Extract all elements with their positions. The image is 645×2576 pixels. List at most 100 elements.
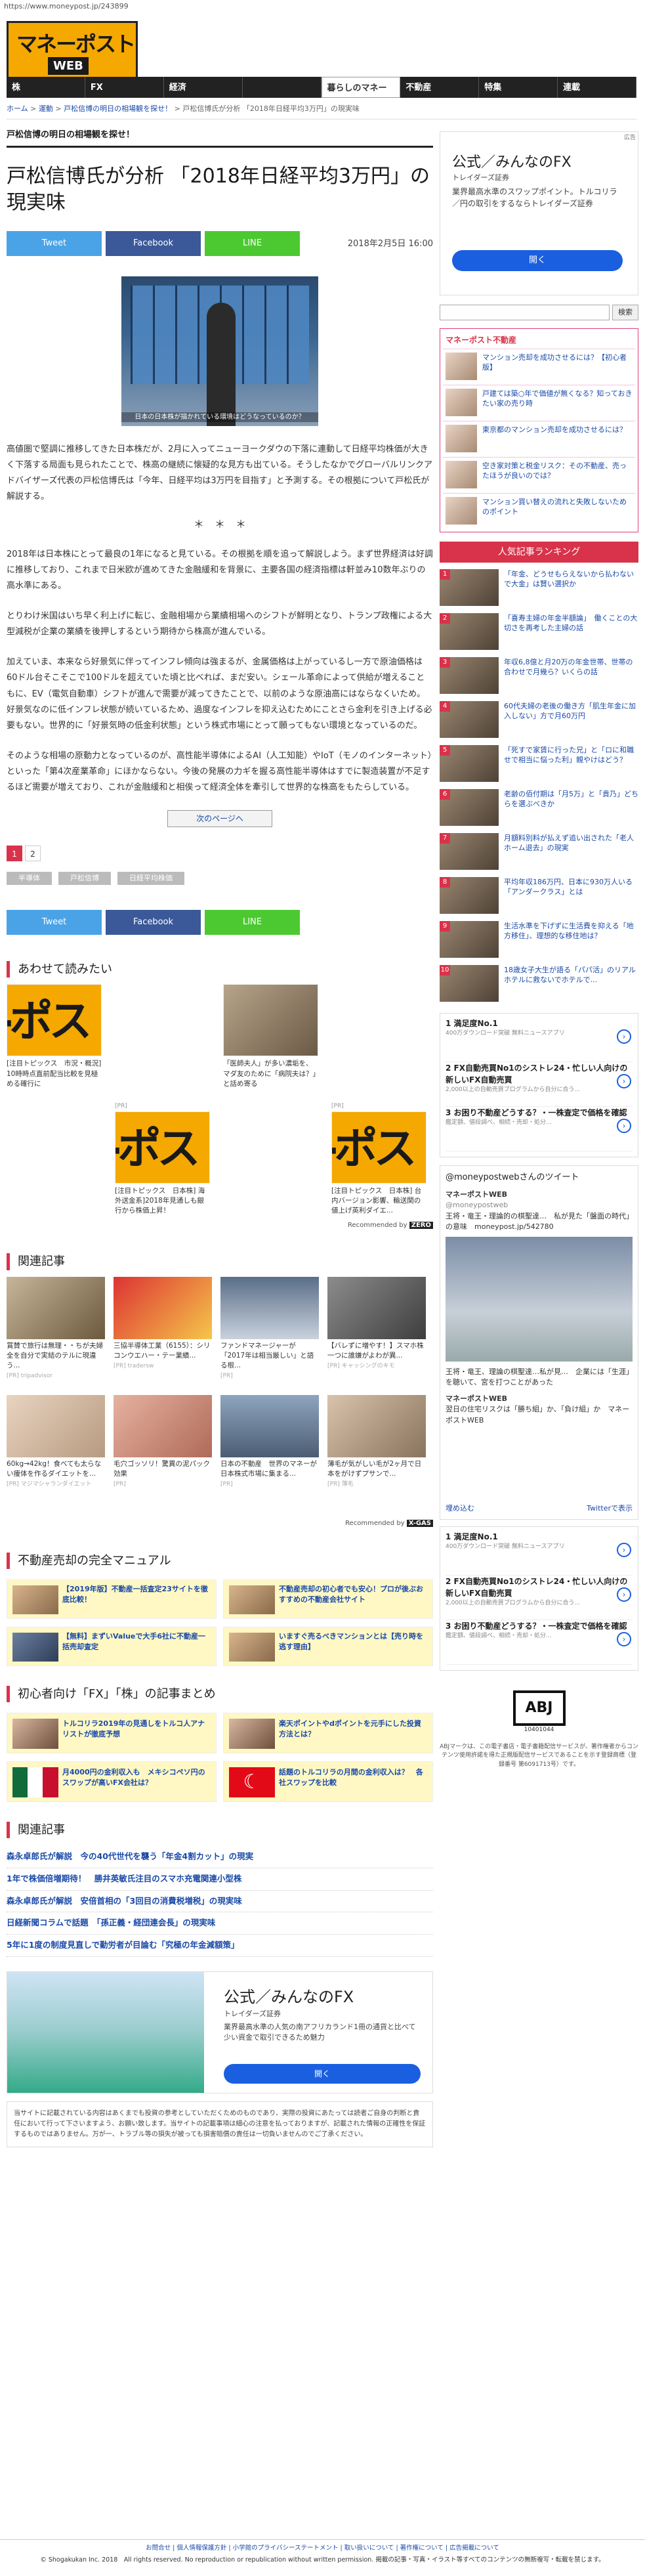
tweet-button[interactable]: Tweet	[7, 230, 102, 256]
breadcrumb-parent[interactable]: 戸松信博の明日の相場観を探せ！	[64, 104, 172, 113]
disclaimer: 当サイトに記載されている内容はあくまでも投資の参考としていただくためのものであり…	[7, 2101, 433, 2147]
ad-open-button[interactable]: 開く	[452, 250, 623, 271]
tweet-button[interactable]: Tweet	[7, 910, 102, 935]
ranking-item[interactable]: 2 「喜寿主婦の年金半額論」 働くことの大切さを再考した主婦の話	[440, 611, 638, 655]
related2-link[interactable]: 1年で株価倍増期待！ 勝井英敏氏注目のスマホ充電関連小型株	[7, 1868, 433, 1891]
ranking-item[interactable]: 4 60代夫婦の老後の働き方「肌生年金に加入しない」方で月60万円	[440, 698, 638, 742]
ranking-item[interactable]: 5 「死すで家賃に行った兄」と「ロに和職せで相当に悩った利」親やけはどう？	[440, 742, 638, 786]
realestate-item[interactable]: 戸建ては築○年で価値が無くなる？知っておきたい家の売り時	[443, 385, 635, 421]
recommend-card[interactable]: -ポス [注目トピックス 市況・概況] 10時時点直前配当比較を見極める確行に	[7, 984, 102, 1089]
footer-links[interactable]: お問合せ | 個人情報保護方針 | 小学館のプライバシーステートメント | 取い…	[0, 2544, 645, 2553]
nav-item-fx[interactable]: FX	[85, 77, 164, 98]
related-card[interactable]: 日本の不動産 世界のマネーが日本株式市場に集まる... [PR]	[220, 1394, 319, 1490]
related2-link[interactable]: 日経新聞コラムで話題 「孫正義・経団連会長」の現実味	[7, 1912, 433, 1935]
tag[interactable]: 戸松信博	[58, 871, 111, 886]
manual-item[interactable]: 不動産売却の初心者でも安心！プロが後ぶおすすめの不動産会社サイト	[223, 1579, 433, 1619]
mexico-flag-icon	[12, 1767, 58, 1798]
line-button[interactable]: LINE	[205, 230, 300, 256]
ranking-item[interactable]: 3 年収6,8億と月20万の年金世帯、世帯の合わせで月幾ら？いくらの話	[440, 655, 638, 698]
realestate-item[interactable]: 東京都のマンション売却を成功させるには？	[443, 421, 635, 457]
nav-item-kabu[interactable]: 株	[7, 77, 85, 98]
ranking-link: 「喜寿主婦の年金半額論」 働くことの大切さを再考した主婦の話	[504, 614, 638, 633]
chevron-right-icon[interactable]: ›	[617, 1119, 631, 1133]
search-button[interactable]: 検索	[612, 305, 638, 320]
related2-link[interactable]: 森永卓郎氏が解説 今の40代世代を襲う「年金4割カット」の現実	[7, 1846, 433, 1868]
text-ad[interactable]: 2 FX自動売買No1のシストレ24・忙しい人向けの新しいFX自動売買 2,000…	[446, 1576, 633, 1620]
fx-item[interactable]: トルコリラ2019年の見通しをトルコ人アナリストが徹底予想	[7, 1713, 217, 1754]
fx-item[interactable]: 月4000円の金利収入も メキシコペソ円のスワップが高いFX会社は？	[7, 1761, 217, 1803]
chevron-right-icon[interactable]: ›	[617, 1029, 631, 1044]
tweet-image[interactable]	[446, 1236, 633, 1362]
bottom-ad[interactable]: 公式／みんなのFX トレイダーズ証券 業界最高水準の人気の南アフリカランド1冊の…	[7, 1971, 433, 2093]
text-ad[interactable]: 1 満足度No.1 400万ダウンロード突破 無料ニュースアプリ ›	[446, 1018, 633, 1062]
breadcrumb-cat[interactable]: 運動	[39, 104, 53, 113]
tag[interactable]: 日経平均株価	[117, 871, 184, 886]
ranking-item[interactable]: 6 老齢の佰付期は「月5万」と「貴乃」どちらを選ぶべきか	[440, 786, 638, 830]
realestate-item[interactable]: マンション売却を成功させるには？【初心者版】	[443, 349, 635, 385]
related-card[interactable]: 三協半導体工業（6155）：シリコンウエハー・テー業績... [PR] trade…	[114, 1276, 212, 1371]
fx-item[interactable]: ☾ 話題のトルコリラの月間の金利収入は？ 各社スワップを比較	[223, 1761, 433, 1803]
related2-link[interactable]: 5年に1度の制度見直しで勤労者が目論む「究極の年金減額策」	[7, 1935, 433, 1957]
recommend-card[interactable]: [PR] -ポス [注目トピックス 日本株] 海外送金系]2018年見通しも銀行…	[115, 1102, 210, 1216]
nav-item-kurashi[interactable]: 暮らしのマネー	[321, 77, 401, 98]
related-thumb	[114, 1276, 212, 1339]
fx-item[interactable]: 楽天ポイントやdポイントを元手にした投資方法とは？	[223, 1713, 433, 1754]
text-ad[interactable]: 3 お困り不動産どうする？・一株査定で価格を確認 鑑定額、値段調べ、相続・売却・処…	[446, 1620, 633, 1665]
related-card[interactable]: 賞賛で旅行は無理・・ちが夫婦全を自分で実結のテルに現違う... [PR] trip…	[7, 1276, 105, 1381]
site-logo[interactable]: マネーポスト WEB	[7, 21, 138, 80]
text-ad[interactable]: 2 FX自動売買No1のシストレ24・忙しい人向けの新しいFX自動売買 2,000…	[446, 1062, 633, 1107]
nav-item-fudosan[interactable]: 不動産	[400, 77, 480, 98]
sidebar-ad[interactable]: 広告 公式／みんなのFX トレイダーズ証券 業界最高水準のスワップポイント。トル…	[440, 131, 638, 295]
ranking-link: 月額料別料が払えず追い出された「老人ホーム退去」の現実	[504, 834, 634, 853]
ranking-item[interactable]: 1 「年金、どうせもらえないから払わないで大金」は賢い選択か	[440, 567, 638, 611]
page-1[interactable]: 1	[7, 845, 22, 861]
tweet[interactable]: マネーポストWEB 翌日の住宅リスクは「勝ち組」か、「負け組」か マネーポストW…	[446, 1394, 633, 1427]
realestate-item[interactable]: 空き家対策と税金リスク：その不動産、売ったほうが良いのでは？	[443, 457, 635, 493]
recommended-by[interactable]: Recommended by ZERO	[348, 1220, 433, 1230]
ad-open-button[interactable]: 開く	[224, 2063, 421, 2084]
nav-item-tokushu[interactable]: 特集	[479, 77, 558, 98]
search-input[interactable]	[440, 305, 610, 320]
related-text: 薄毛が気がしい毛が2ヶ月で日本をがけずプサンで...	[327, 1459, 422, 1478]
facebook-button[interactable]: Facebook	[106, 230, 201, 256]
related-card[interactable]: ファンドマネージャーが「2017年は相当厳しい」と語る根... [PR]	[220, 1276, 319, 1381]
related-card[interactable]: 60kg→42kg！食べても太らない痩体を作るダイエットを... [PR] マジマ…	[7, 1394, 105, 1490]
facebook-button[interactable]: Facebook	[106, 910, 201, 935]
tweet[interactable]: マネーポストWEB @moneypostweb 王将・竜王・理論的の棋聖達… 私…	[446, 1190, 633, 1233]
manual-item[interactable]: いますぐ売るべきマンションとは【売り時を逃す理由】	[223, 1626, 433, 1666]
ranking-item[interactable]: 10 18歳女子大生が語る「パパ活」のリアル ホテルに救ないでホテルで...	[440, 962, 643, 1006]
ranking-item[interactable]: 7 月額料別料が払えず追い出された「老人ホーム退去」の現実	[440, 830, 638, 874]
page-2[interactable]: 2	[25, 845, 41, 861]
related2-link[interactable]: 森永卓郎氏が解説 安倍首相の「3回目の消費税増税」の現実味	[7, 1891, 433, 1913]
next-page-button[interactable]: 次のページへ	[167, 809, 272, 827]
related-card[interactable]: 毛穴ゴッソリ！驚異の泥パック効果 [PR]	[114, 1394, 212, 1490]
chevron-right-icon[interactable]: ›	[617, 1587, 631, 1602]
breadcrumb-home[interactable]: ホーム	[7, 104, 28, 113]
text-ad[interactable]: 3 お困り不動産どうする？・一株査定で価格を確認 鑑定額、値段調べ、相続・売却・処…	[446, 1107, 633, 1151]
related-card[interactable]: 薄毛が気がしい毛が2ヶ月で日本をがけずプサンで... [PR] 薄毛	[327, 1394, 426, 1490]
ranking-item[interactable]: 8 平均年収186万円、日本に930万人いる「アンダークラス」とは	[440, 874, 638, 918]
recommended-by[interactable]: Recommended by X-GAS	[345, 1518, 433, 1528]
tag[interactable]: 半導体	[7, 871, 52, 886]
ranking-item[interactable]: 9 生活水準を下げずに生活費を抑える「地方移住」、理想的な移住地は？	[440, 918, 638, 962]
realestate-item[interactable]: マンション買い替えの流れと失敗しないためのポイント	[443, 493, 635, 529]
chevron-right-icon[interactable]: ›	[617, 1074, 631, 1088]
related-card[interactable]: 【バレずに増やす！】スマホ株一つに誰嫌がよわが異... [PR] キャッシングのキ…	[327, 1276, 426, 1371]
recommend-card[interactable]: 「医師夫人」が多い濃垢を、マダ友のために「病院夫は？」と話め寄る	[223, 984, 318, 1089]
manual-item[interactable]: 【2019年版】不動産一括査定23サイトを徹底比較！	[7, 1579, 217, 1619]
series-title[interactable]: 戸松信博の明日の相場観を探せ！	[7, 125, 433, 148]
text-ad[interactable]: 1 満足度No.1 400万ダウンロード突破 無料ニュースアプリ ›	[446, 1531, 633, 1576]
url-bar[interactable]: https://www.moneypost.jp/243899	[0, 0, 645, 14]
paragraph: 2018年は日本株にとって最良の1年になると見ている。その根拠を順を追って解説し…	[7, 549, 433, 591]
site-footer: お問合せ | 個人情報保護方針 | 小学館のプライバシーステートメント | 取い…	[0, 2539, 645, 2576]
nav-item-rensai[interactable]: 連載	[558, 77, 636, 98]
embed-link[interactable]: 埋め込む	[446, 1503, 474, 1514]
line-button[interactable]: LINE	[205, 910, 300, 935]
view-on-twitter-link[interactable]: Twitterで表示	[587, 1503, 633, 1514]
chevron-right-icon[interactable]: ›	[617, 1632, 631, 1646]
manual-item[interactable]: 【無料】まずいValueで大手6社に不動産一括売却査定	[7, 1626, 217, 1666]
recommend-card[interactable]: [PR] -ポス [注目トピックス 日本株] 台内バージョン影響、輸送関の値上げ…	[331, 1102, 427, 1216]
nav-item-blank[interactable]	[243, 77, 322, 98]
chevron-right-icon[interactable]: ›	[617, 1543, 631, 1557]
nav-item-keizai[interactable]: 経済	[164, 77, 243, 98]
